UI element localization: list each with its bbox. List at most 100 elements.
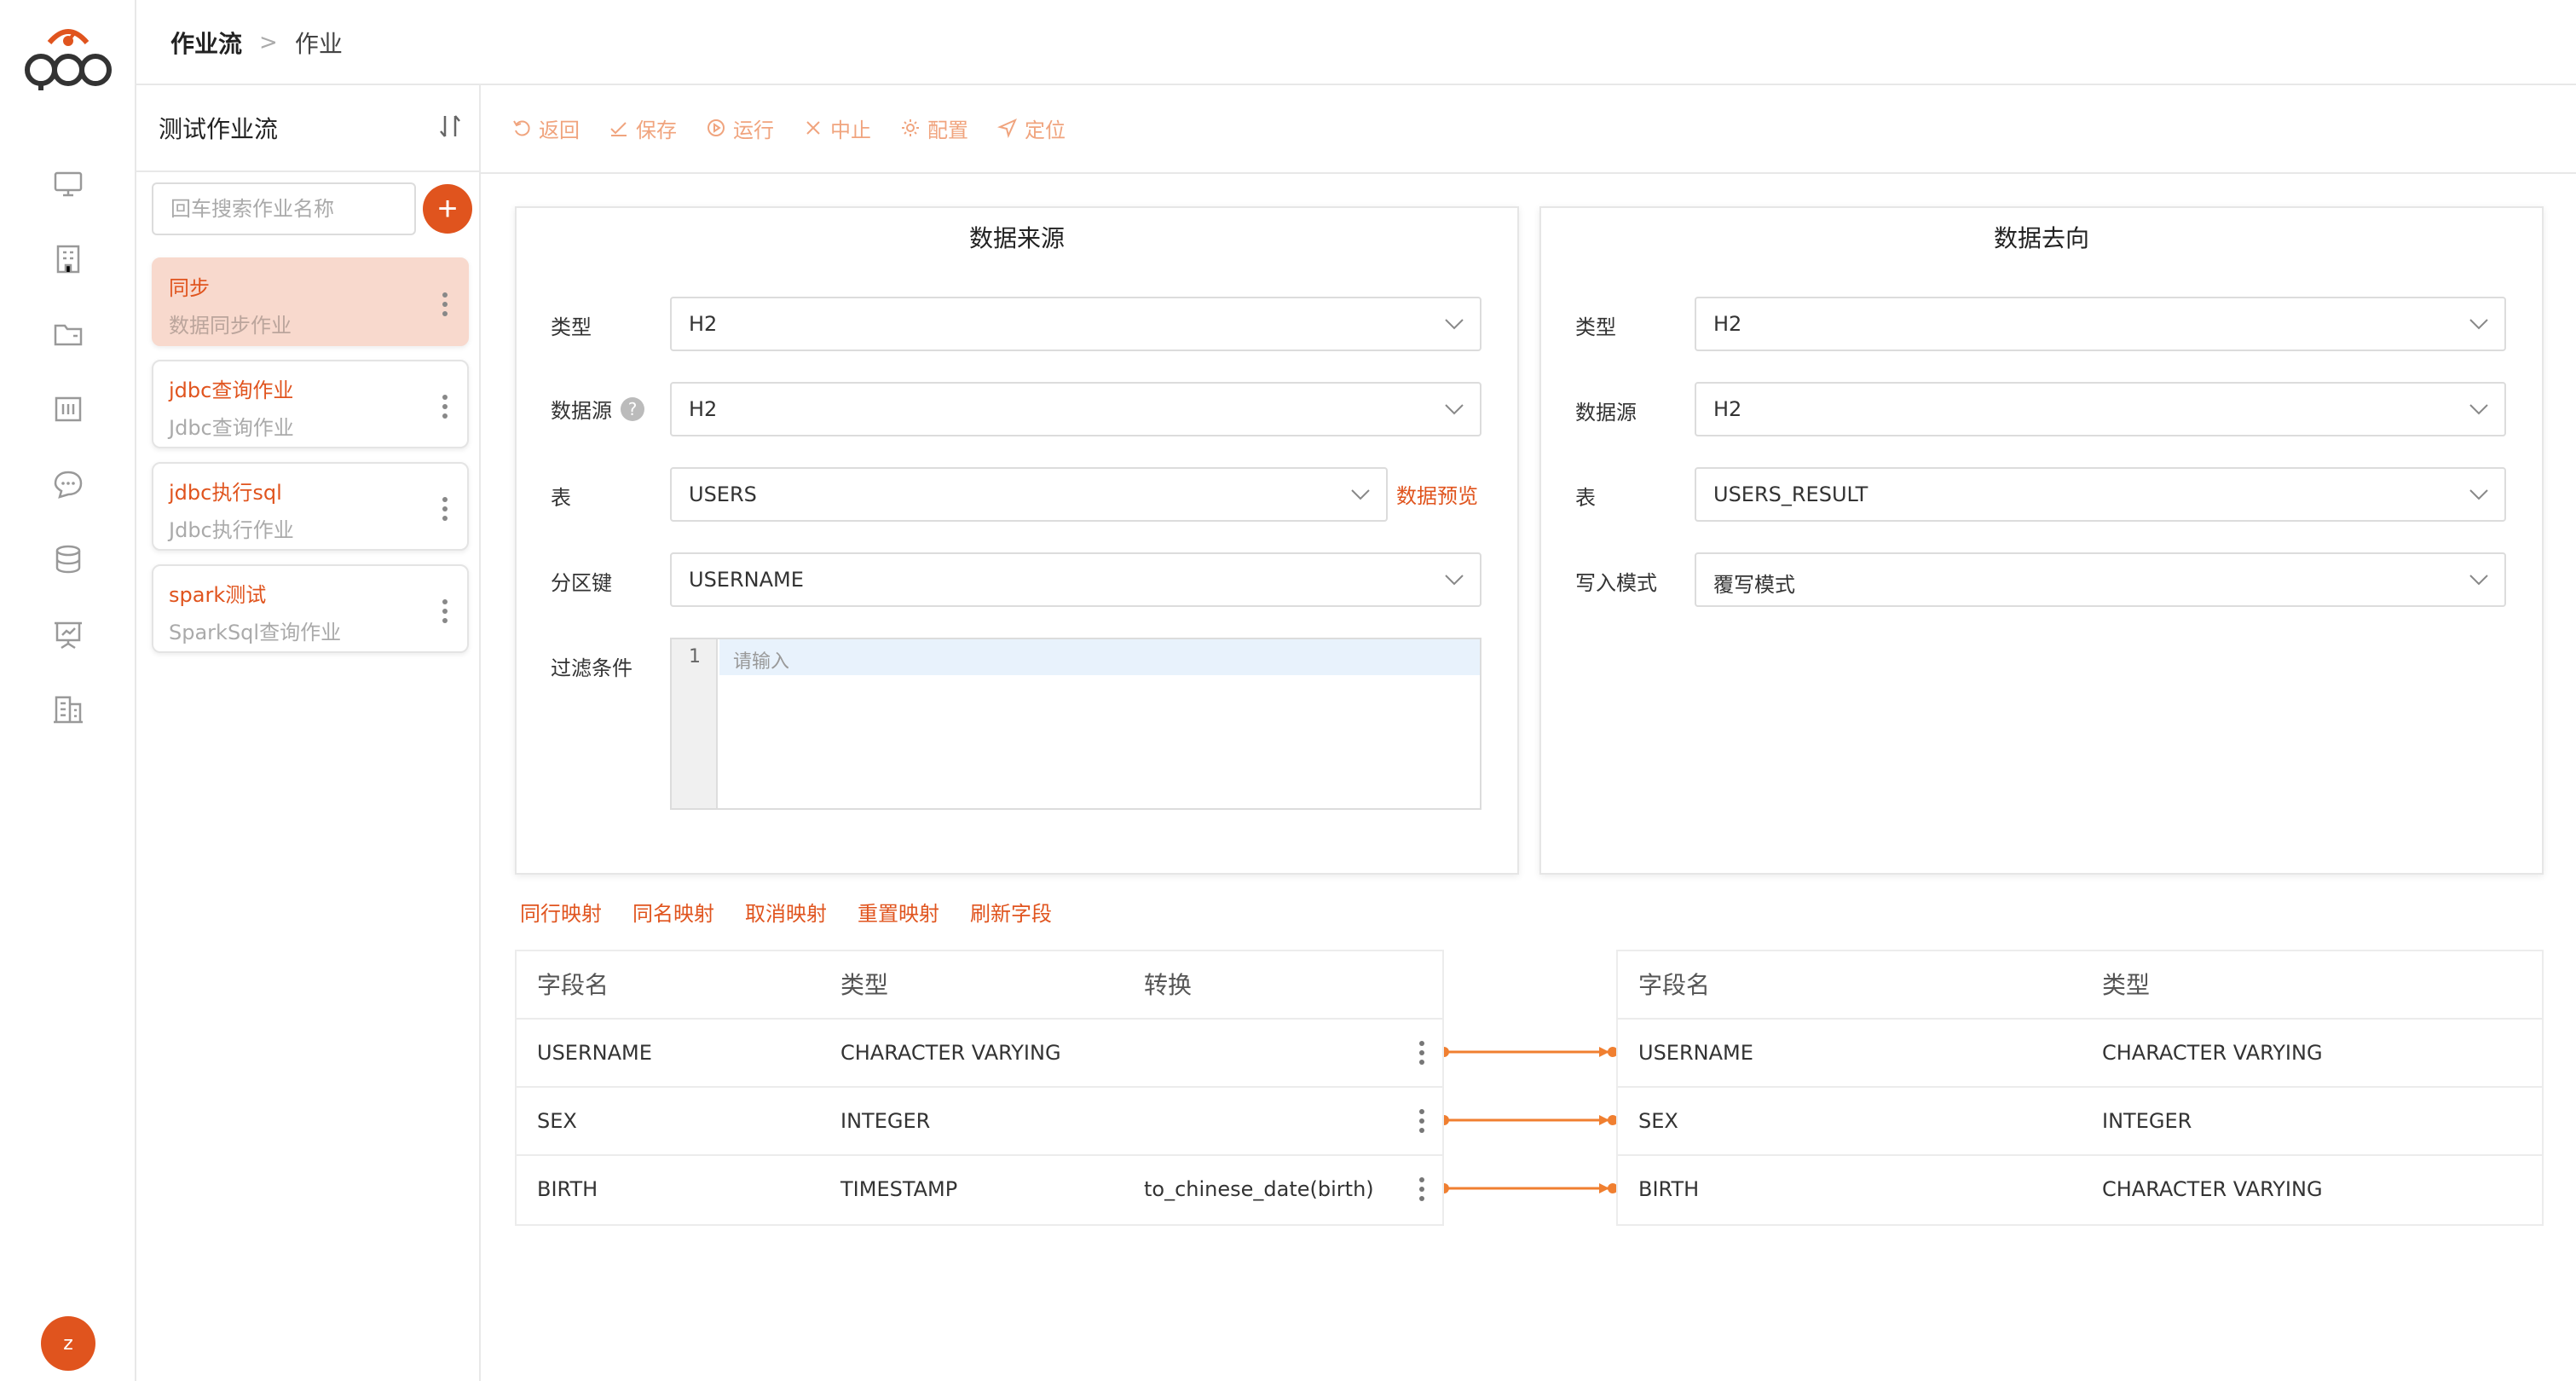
target-type-select[interactable]: H2 xyxy=(1695,297,2506,351)
name-map-button[interactable]: 同名映射 xyxy=(632,897,714,927)
source-table-label: 表 xyxy=(551,486,571,510)
breadcrumb: 作业流 > 作业 xyxy=(170,22,343,63)
job-search-input[interactable] xyxy=(152,182,416,235)
job-name: 同步 xyxy=(169,276,210,300)
stop-label: 中止 xyxy=(830,118,871,142)
data-preview-link[interactable]: 数据预览 xyxy=(1396,479,1478,509)
select-value: H2 xyxy=(1713,312,1742,336)
target-write-mode-select[interactable]: 覆写模式 xyxy=(1695,552,2506,607)
more-vertical-icon[interactable] xyxy=(442,598,448,624)
source-partition-select[interactable]: USERNAME xyxy=(670,552,1481,607)
mapping-link[interactable] xyxy=(1444,1115,1616,1125)
job-card-spark[interactable]: spark测试 SparkSql查询作业 xyxy=(152,564,469,653)
undo-icon xyxy=(513,120,530,136)
more-vertical-icon[interactable] xyxy=(1418,1040,1425,1066)
target-datasource-select[interactable]: H2 xyxy=(1695,382,2506,436)
user-avatar[interactable]: z xyxy=(41,1316,95,1371)
source-type-select[interactable]: H2 xyxy=(670,297,1481,351)
run-label: 运行 xyxy=(733,118,774,142)
chevron-down-icon xyxy=(2469,404,2488,415)
more-vertical-icon[interactable] xyxy=(1418,1108,1425,1134)
office-icon[interactable] xyxy=(49,690,87,728)
job-toolbar: 返回 保存 运行 中止 配置 定位 xyxy=(511,113,1095,143)
cancel-map-button[interactable]: 取消映射 xyxy=(745,897,827,927)
column-header-field: 字段名 xyxy=(537,971,609,999)
left-rail: z xyxy=(0,0,136,1381)
source-type-label: 类型 xyxy=(551,315,592,339)
table-row[interactable]: USERNAME CHARACTER VARYING xyxy=(517,1018,1442,1086)
chevron-down-icon xyxy=(2469,575,2488,586)
source-filter-label: 过滤条件 xyxy=(551,656,632,680)
cell-field: BIRTH xyxy=(1638,1177,1700,1201)
help-icon[interactable]: ? xyxy=(621,396,644,421)
select-value: 覆写模式 xyxy=(1713,573,1795,597)
mapping-link[interactable] xyxy=(1444,1047,1616,1057)
target-card: 数据去向 类型 H2 数据源 H2 表 USERS_RESULT 写入模式 覆写… xyxy=(1539,206,2544,875)
cell-type: INTEGER xyxy=(840,1109,931,1133)
source-datasource-select[interactable]: H2 xyxy=(670,382,1481,436)
breadcrumb-item-current: 作业 xyxy=(294,30,343,58)
folder-icon[interactable] xyxy=(49,315,87,353)
table-row[interactable]: BIRTH CHARACTER VARYING xyxy=(1618,1154,2542,1222)
more-vertical-icon[interactable] xyxy=(442,292,448,317)
row-map-button[interactable]: 同行映射 xyxy=(520,897,602,927)
chevron-down-icon xyxy=(1351,489,1370,500)
monitor-icon[interactable] xyxy=(49,165,87,203)
more-vertical-icon[interactable] xyxy=(442,496,448,522)
target-table-select[interactable]: USERS_RESULT xyxy=(1695,467,2506,522)
more-vertical-icon[interactable] xyxy=(1418,1176,1425,1202)
save-button[interactable]: 保存 xyxy=(609,113,677,143)
source-table-select[interactable]: USERS xyxy=(670,467,1388,522)
breadcrumb-item-workflow[interactable]: 作业流 xyxy=(170,26,242,60)
add-job-button[interactable]: + xyxy=(423,184,472,234)
job-card-jdbc-query[interactable]: jdbc查询作业 Jdbc查询作业 xyxy=(152,360,469,448)
editor-active-line xyxy=(719,639,1480,675)
chat-icon[interactable] xyxy=(49,465,87,503)
table-row[interactable]: BIRTH TIMESTAMP to_chinese_date(birth) xyxy=(517,1154,1442,1222)
select-value: H2 xyxy=(689,397,718,421)
mapping-link[interactable] xyxy=(1444,1183,1616,1193)
chevron-down-icon xyxy=(1445,575,1464,586)
select-value: USERNAME xyxy=(689,568,804,592)
back-button[interactable]: 返回 xyxy=(511,113,580,143)
cell-type: CHARACTER VARYING xyxy=(840,1041,1061,1065)
app-logo[interactable] xyxy=(24,24,113,92)
locate-button[interactable]: 定位 xyxy=(997,113,1066,143)
editor-placeholder: 请输入 xyxy=(733,651,790,673)
run-button[interactable]: 运行 xyxy=(706,113,774,143)
reset-map-button[interactable]: 重置映射 xyxy=(858,897,939,927)
select-value: USERS_RESULT xyxy=(1713,482,1868,506)
source-card-title: 数据来源 xyxy=(968,224,1065,252)
stop-button[interactable]: 中止 xyxy=(803,113,871,143)
table-row[interactable]: USERNAME CHARACTER VARYING xyxy=(1618,1018,2542,1086)
field-mapping-links xyxy=(1444,1047,1616,1193)
database-icon[interactable] xyxy=(49,540,87,578)
config-button[interactable]: 配置 xyxy=(900,113,968,143)
source-partition-label: 分区键 xyxy=(551,571,612,595)
column-header-field: 字段名 xyxy=(1638,971,1711,999)
job-panel: 测试作业流 + 同步 数据同步作业 jdbc查询作业 Jdbc查询作业 jdbc… xyxy=(136,85,481,1381)
table-row[interactable]: SEX INTEGER xyxy=(517,1086,1442,1154)
board-icon[interactable] xyxy=(49,390,87,428)
chevron-down-icon xyxy=(1445,319,1464,330)
cell-type: TIMESTAMP xyxy=(840,1177,958,1201)
chevron-down-icon xyxy=(2469,319,2488,330)
line-number: 1 xyxy=(689,646,701,667)
presentation-icon[interactable] xyxy=(49,615,87,653)
job-card-jdbc-sql[interactable]: jdbc执行sql Jdbc执行作业 xyxy=(152,462,469,551)
table-row[interactable]: SEX INTEGER xyxy=(1618,1086,2542,1154)
cell-transform[interactable]: to_chinese_date(birth) xyxy=(1144,1156,1374,1222)
building-icon[interactable] xyxy=(49,240,87,278)
job-desc: Jdbc执行作业 xyxy=(169,518,294,542)
target-card-title: 数据去向 xyxy=(1993,224,2089,252)
job-card-sync[interactable]: 同步 数据同步作业 xyxy=(152,257,469,346)
save-check-icon xyxy=(610,122,627,136)
panel-divider xyxy=(136,170,479,172)
cell-type: CHARACTER VARYING xyxy=(2102,1041,2323,1065)
more-vertical-icon[interactable] xyxy=(442,394,448,419)
gear-icon xyxy=(902,119,919,136)
top-header: 作业流 > 作业 xyxy=(136,0,2576,85)
refresh-fields-button[interactable]: 刷新字段 xyxy=(970,897,1052,927)
sort-icon[interactable] xyxy=(435,111,465,142)
filter-code-editor[interactable]: 1 请输入 xyxy=(670,638,1481,810)
